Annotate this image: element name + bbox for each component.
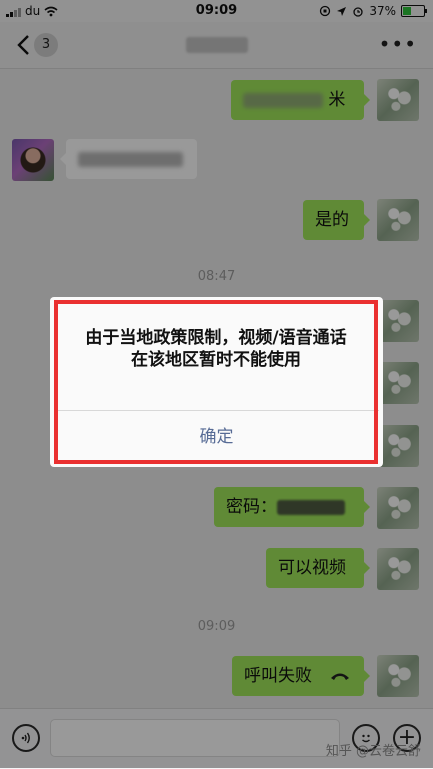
dialog-message-line-2: 在该地区暂时不能使用 xyxy=(131,350,301,370)
confirm-button[interactable]: 确定 xyxy=(50,411,383,463)
dialog-message: 由于当地政策限制，视频/语音通话 在该地区暂时不能使用 xyxy=(66,327,366,371)
watermark: 知乎 @云卷云舒 xyxy=(325,744,421,759)
dialog-message-line-1: 由于当地政策限制，视频/语音通话 xyxy=(85,328,347,348)
alert-dialog: 由于当地政策限制，视频/语音通话 在该地区暂时不能使用 确定 xyxy=(50,297,383,467)
